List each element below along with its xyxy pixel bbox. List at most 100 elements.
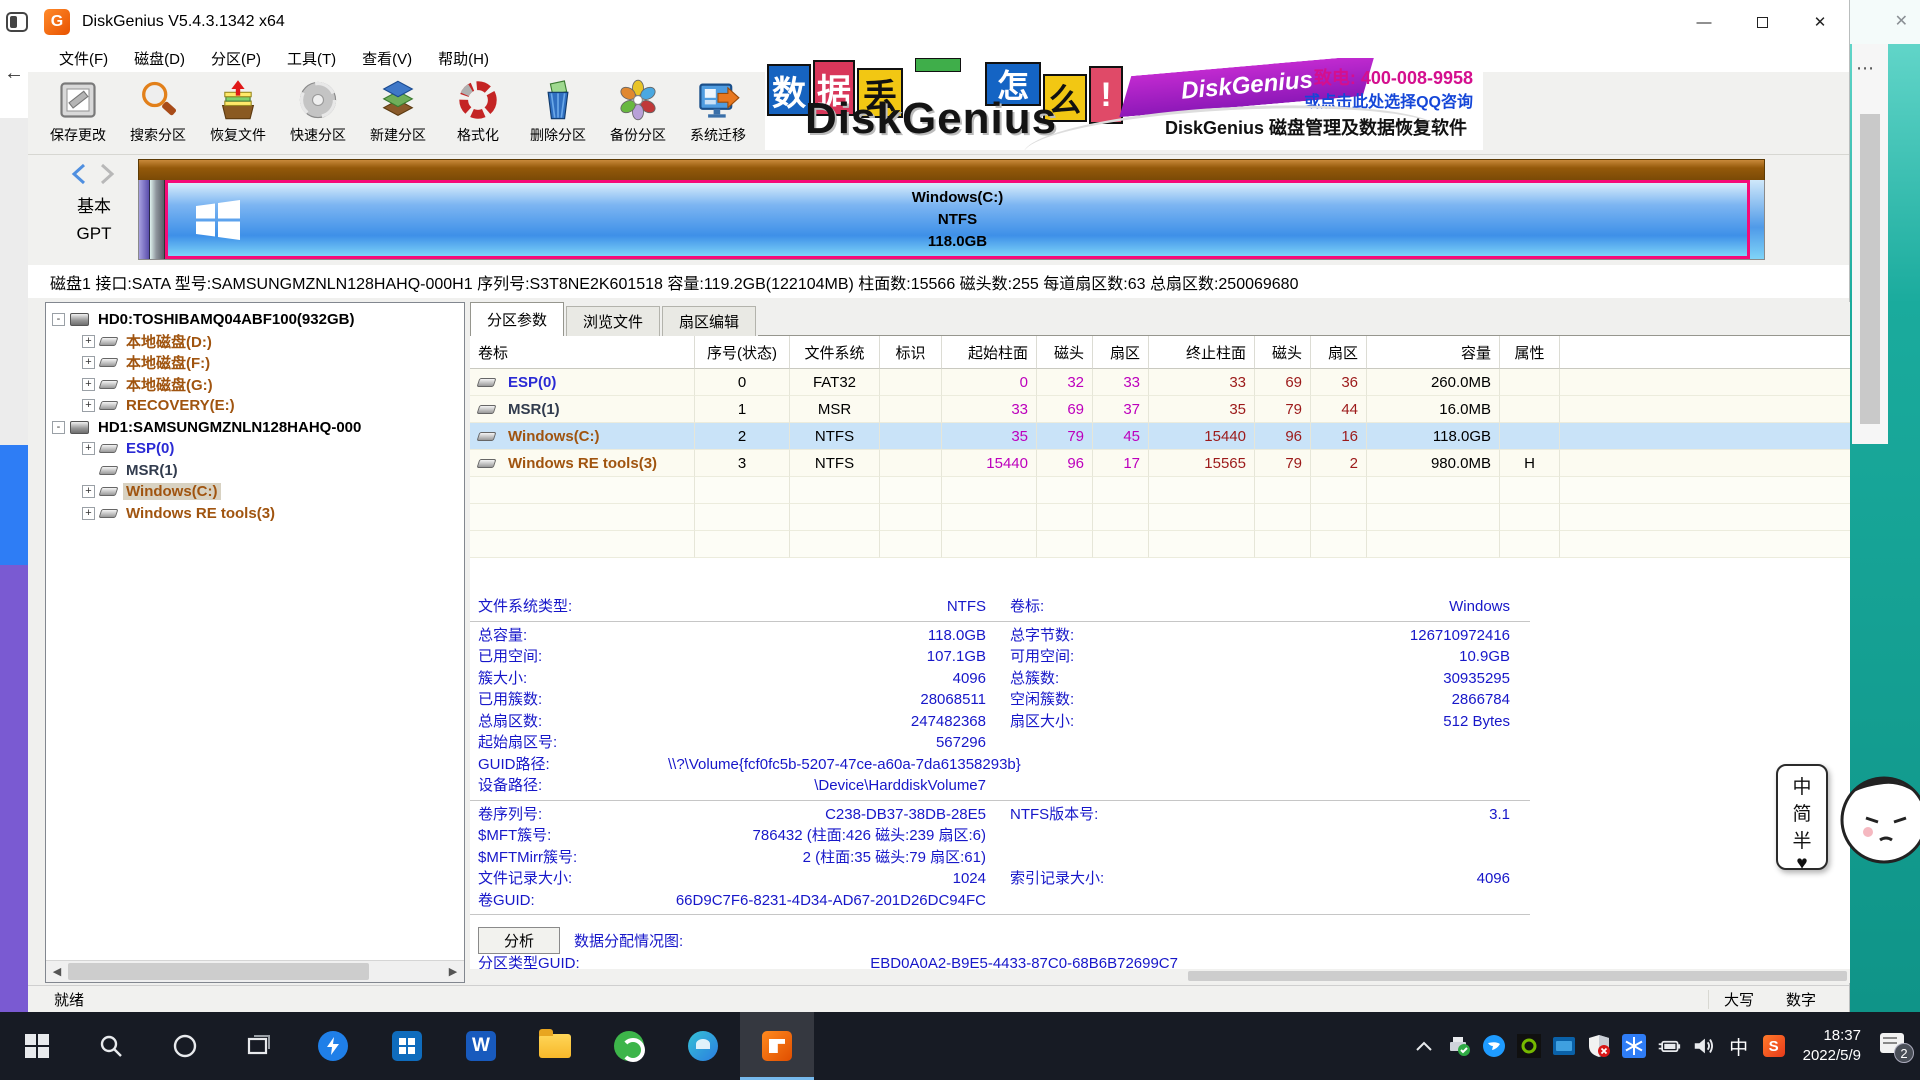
- table-row-windows-re[interactable]: Windows RE tools(3) 3 NTFS 15440 96 17 1…: [470, 450, 1850, 477]
- tree-expand-icon[interactable]: +: [82, 356, 95, 369]
- tab-sector-edit[interactable]: 扇区编辑: [662, 306, 756, 336]
- tree-collapse-icon[interactable]: -: [52, 313, 65, 326]
- search-partition-icon: [136, 78, 180, 122]
- partition-icon: [99, 466, 119, 475]
- menu-help[interactable]: 帮助(H): [425, 48, 502, 69]
- app-icon-store[interactable]: [370, 1012, 444, 1080]
- intel-graphics-tray-icon[interactable]: [1552, 1034, 1576, 1058]
- tree-horizontal-scrollbar[interactable]: ◀ ▶: [46, 960, 464, 982]
- taskbar-clock[interactable]: 18:37 2022/5/9: [1803, 1026, 1861, 1066]
- scrollbar-thumb[interactable]: [1188, 971, 1847, 981]
- dingtalk-tray-icon[interactable]: [1482, 1034, 1506, 1058]
- tree-item-msr[interactable]: MSR(1): [46, 460, 464, 482]
- search-partition-button[interactable]: 搜索分区: [118, 72, 198, 154]
- tree-item-local-g[interactable]: + 本地磁盘(G:): [46, 374, 464, 396]
- tree-item-hd0[interactable]: - HD0:TOSHIBAMQ04ABF100(932GB): [46, 309, 464, 331]
- app-icon-thunder[interactable]: [296, 1012, 370, 1080]
- tree-expand-icon[interactable]: +: [82, 485, 95, 498]
- tree-item-label[interactable]: 本地磁盘(D:): [123, 331, 215, 352]
- partition-block-msr[interactable]: [150, 180, 165, 259]
- tree-item-windows-re[interactable]: + Windows RE tools(3): [46, 503, 464, 525]
- tree-collapse-icon[interactable]: -: [52, 421, 65, 434]
- tree-expand-icon[interactable]: +: [82, 507, 95, 520]
- ad-banner[interactable]: 数 据 丢 怎 么 ! DiskGenius DiskGenius 致电: 40…: [765, 58, 1483, 150]
- scroll-right-arrow[interactable]: ▶: [442, 961, 464, 982]
- app-icon-360-browser[interactable]: [592, 1012, 666, 1080]
- table-row-msr[interactable]: MSR(1) 1 MSR 33 69 37 35 79 44 16.0MB: [470, 396, 1850, 423]
- tab-partition-params[interactable]: 分区参数: [470, 302, 564, 336]
- tree-item-label[interactable]: 本地磁盘(F:): [123, 352, 213, 373]
- analyze-button[interactable]: 分析: [478, 927, 560, 954]
- taskbar-search-button[interactable]: [74, 1012, 148, 1080]
- tree-item-windows-c[interactable]: + Windows(C:): [46, 481, 464, 503]
- tree-item-label[interactable]: HD0:TOSHIBAMQ04ABF100(932GB): [95, 311, 357, 328]
- tree-expand-icon[interactable]: +: [82, 335, 95, 348]
- table-row-windows-c-selected[interactable]: Windows(C:) 2 NTFS 35 79 45 15440 96 16 …: [470, 423, 1850, 450]
- tray-expand-chevron[interactable]: [1412, 1034, 1436, 1058]
- partition-block-re-tools[interactable]: [1750, 180, 1764, 259]
- tree-item-label[interactable]: HD1:SAMSUNGMZNLN128HAHQ-000: [95, 419, 364, 436]
- tree-expand-icon[interactable]: +: [82, 399, 95, 412]
- prev-disk-icon[interactable]: [70, 163, 88, 185]
- partition-block-esp[interactable]: [139, 180, 150, 259]
- tree-item-label[interactable]: MSR(1): [123, 462, 181, 479]
- action-center-button[interactable]: 2: [1880, 1031, 1910, 1061]
- delete-partition-button[interactable]: 删除分区: [518, 72, 598, 154]
- tree-item-esp[interactable]: + ESP(0): [46, 438, 464, 460]
- tree-item-label[interactable]: ESP(0): [123, 440, 177, 457]
- tree-item-local-f[interactable]: + 本地磁盘(F:): [46, 352, 464, 374]
- tab-browse-files[interactable]: 浏览文件: [566, 306, 660, 336]
- save-changes-button[interactable]: 保存更改: [38, 72, 118, 154]
- menu-tools[interactable]: 工具(T): [274, 48, 349, 69]
- app-icon-diskgenius-active[interactable]: [740, 1012, 814, 1080]
- tree-item-recovery-e[interactable]: + RECOVERY(E:): [46, 395, 464, 417]
- status-numlock: 数字: [1786, 989, 1816, 1010]
- cortana-button[interactable]: [148, 1012, 222, 1080]
- battery-tray-icon[interactable]: [1657, 1034, 1681, 1058]
- tree-expand-icon[interactable]: +: [82, 442, 95, 455]
- maximize-button[interactable]: [1733, 0, 1791, 44]
- app-icon-word[interactable]: W: [444, 1012, 518, 1080]
- scroll-left-arrow[interactable]: ◀: [46, 961, 68, 982]
- tree-expand-icon[interactable]: +: [82, 378, 95, 391]
- menu-partition[interactable]: 分区(P): [198, 48, 274, 69]
- app-icon-edge[interactable]: [666, 1012, 740, 1080]
- table-row-esp[interactable]: ESP(0) 0 FAT32 0 32 33 33 69 36 260.0MB: [470, 369, 1850, 396]
- recover-files-button[interactable]: 恢复文件: [198, 72, 278, 154]
- menu-disk[interactable]: 磁盘(D): [121, 48, 198, 69]
- ad-qq-link[interactable]: 或点击此处选择QQ咨询: [1304, 88, 1473, 112]
- ime-language-tray-icon[interactable]: 中: [1727, 1034, 1751, 1058]
- next-disk-icon[interactable]: [98, 163, 116, 185]
- printer-tray-icon[interactable]: [1447, 1034, 1471, 1058]
- ime-status-card[interactable]: 中 简 半 ♥: [1776, 764, 1828, 870]
- start-button[interactable]: [0, 1012, 74, 1080]
- background-window-left: ←: [0, 0, 30, 1012]
- divider: [470, 800, 1530, 801]
- task-view-button[interactable]: [222, 1012, 296, 1080]
- tree-item-label[interactable]: RECOVERY(E:): [123, 397, 238, 414]
- minimize-button[interactable]: —: [1675, 0, 1733, 44]
- tree-item-label[interactable]: 本地磁盘(G:): [123, 374, 216, 395]
- app-icon-file-explorer[interactable]: [518, 1012, 592, 1080]
- security-shield-tray-icon[interactable]: [1587, 1034, 1611, 1058]
- tree-item-label-selected[interactable]: Windows(C:): [123, 483, 221, 500]
- system-migration-button[interactable]: 系统迁移: [678, 72, 758, 154]
- nvidia-tray-icon[interactable]: [1517, 1034, 1541, 1058]
- quick-partition-button[interactable]: 快速分区: [278, 72, 358, 154]
- format-button[interactable]: 格式化: [438, 72, 518, 154]
- tree-item-local-d[interactable]: + 本地磁盘(D:): [46, 331, 464, 353]
- sogou-tray-icon[interactable]: S: [1762, 1034, 1786, 1058]
- close-button[interactable]: ✕: [1791, 0, 1849, 44]
- menu-view[interactable]: 查看(V): [349, 48, 425, 69]
- tree-item-hd1[interactable]: - HD1:SAMSUNGMZNLN128HAHQ-000: [46, 417, 464, 439]
- partition-block-windows-c[interactable]: Windows(C:) NTFS 118.0GB: [165, 180, 1750, 259]
- backup-partition-button[interactable]: 备份分区: [598, 72, 678, 154]
- snowflake-tray-icon[interactable]: [1622, 1034, 1646, 1058]
- tree-item-label[interactable]: Windows RE tools(3): [123, 505, 278, 522]
- menu-file[interactable]: 文件(F): [46, 48, 121, 69]
- partition-graph-panel: 基本 GPT Windows(C:) NTFS 118.0GB: [28, 155, 1849, 265]
- volume-tray-icon[interactable]: [1692, 1034, 1716, 1058]
- content-horizontal-scrollbar[interactable]: [470, 969, 1850, 983]
- new-partition-button[interactable]: 新建分区: [358, 72, 438, 154]
- scrollbar-thumb[interactable]: [68, 963, 369, 980]
